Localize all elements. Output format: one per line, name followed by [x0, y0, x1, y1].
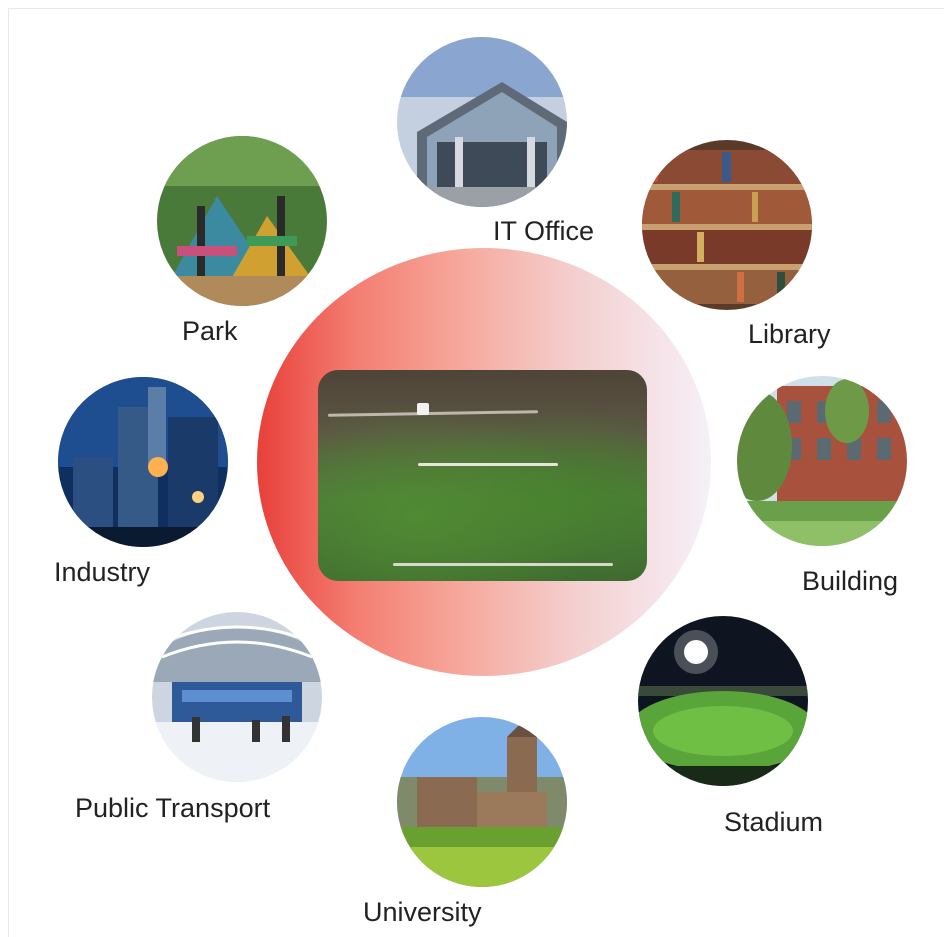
park-label: Park	[182, 316, 238, 346]
stadium-label: Stadium	[724, 807, 824, 837]
public-transport-label: Public Transport	[75, 793, 271, 823]
library-image	[642, 140, 812, 310]
library-label: Library	[748, 319, 831, 349]
building-image	[737, 376, 907, 546]
building-label: Building	[802, 566, 899, 596]
industry-image	[58, 377, 228, 547]
it-office-label: IT Office	[493, 216, 595, 246]
park-image	[157, 136, 327, 306]
public-transport-image	[152, 612, 322, 782]
university-label: University	[363, 897, 482, 927]
university-image	[397, 717, 567, 887]
central-grass-field-image	[318, 370, 647, 581]
it-office-image	[397, 37, 567, 207]
industry-label: Industry	[54, 557, 151, 587]
stadium-image	[638, 616, 808, 786]
